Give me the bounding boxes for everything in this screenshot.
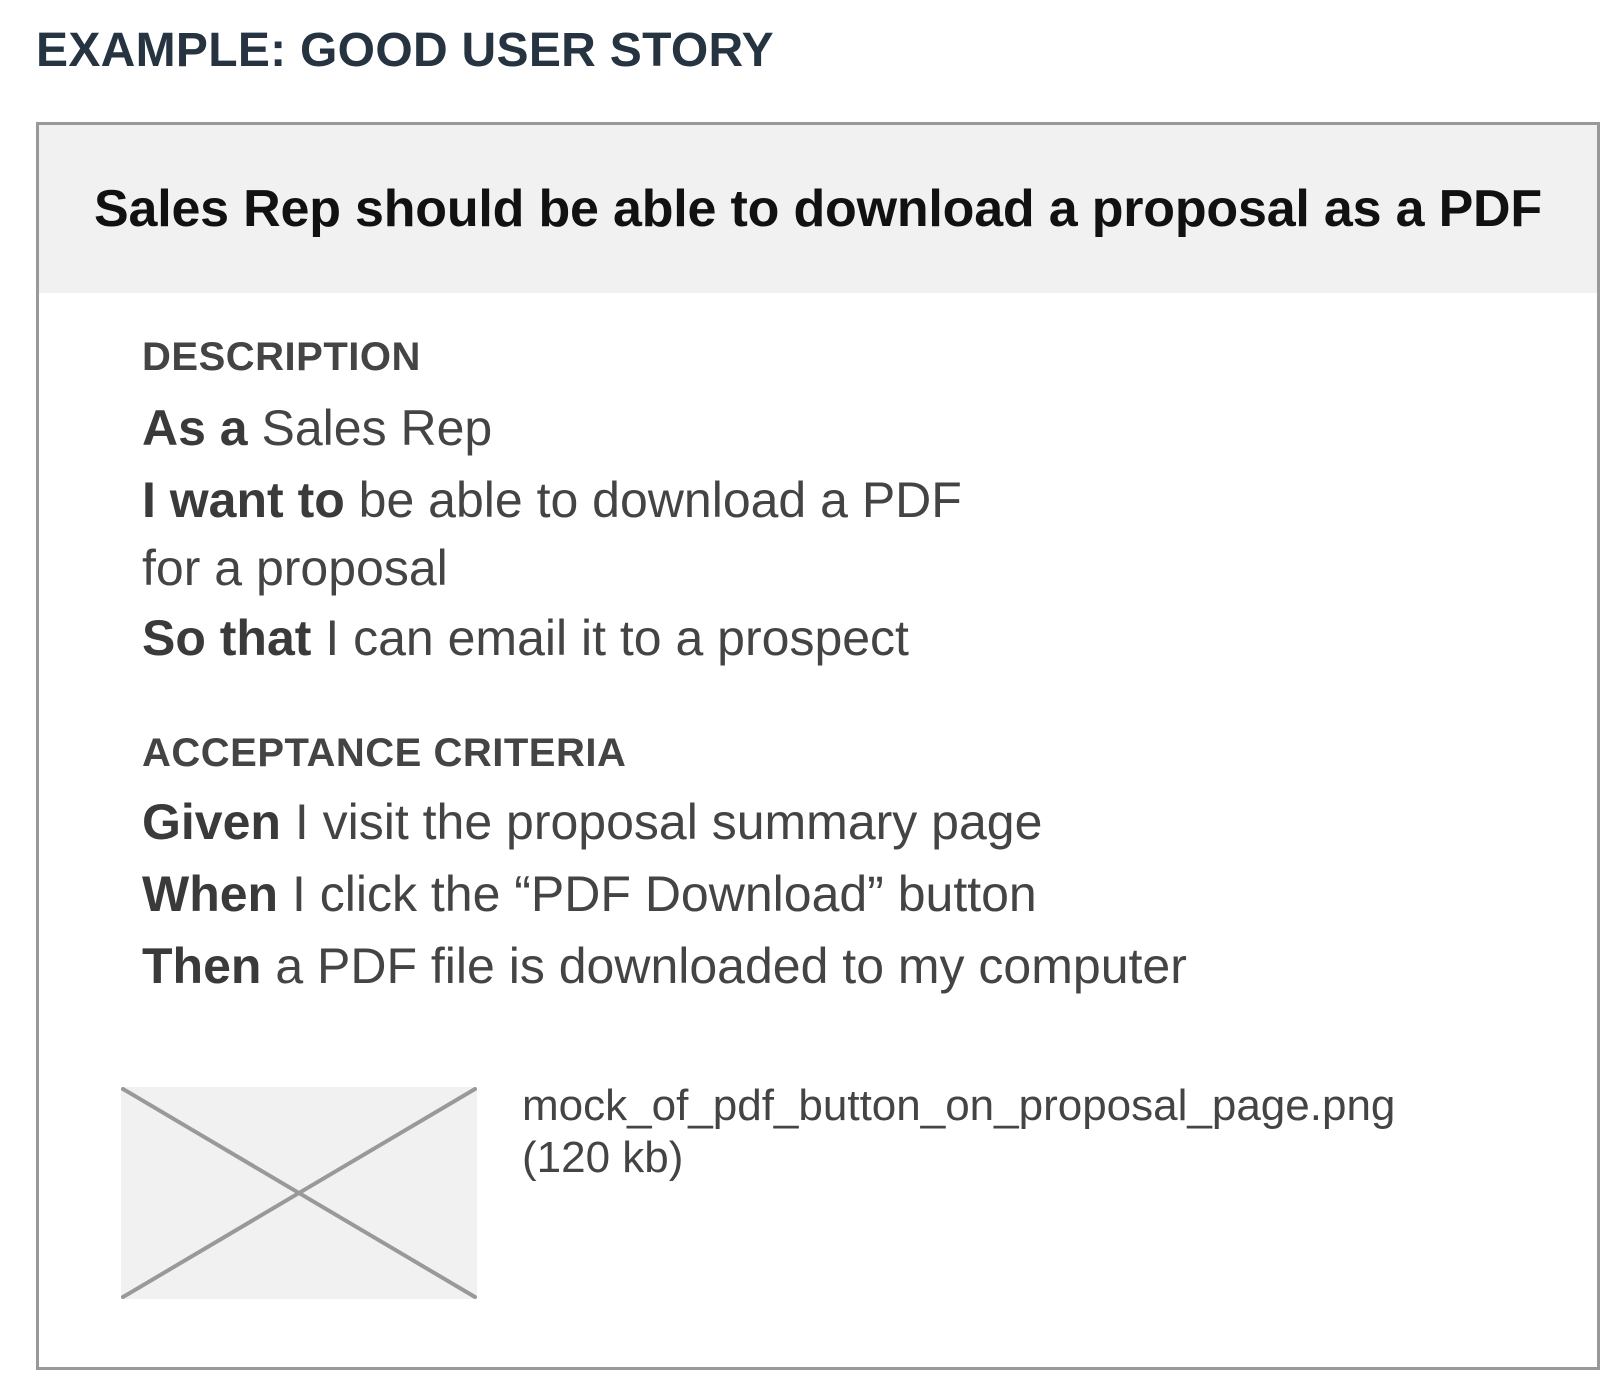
criteria-then: Then a PDF file is downloaded to my comp…: [142, 931, 1187, 1001]
image-placeholder-icon: [121, 1087, 477, 1299]
acceptance-criteria-label: ACCEPTANCE CRITERIA: [142, 731, 627, 775]
user-story-header: Sales Rep should be able to download a p…: [39, 125, 1597, 293]
given-keyword: Given: [142, 794, 281, 850]
then-keyword: Then: [142, 938, 262, 994]
attachment-filename[interactable]: mock_of_pdf_button_on_proposal_page.png: [522, 1079, 1395, 1133]
as-a-keyword: As a: [142, 400, 248, 456]
i-want-to-keyword: I want to: [142, 472, 345, 528]
attachment-thumbnail[interactable]: [121, 1087, 477, 1299]
criteria-given: Given I visit the proposal summary page: [142, 787, 1042, 857]
attachment-size: (120 kb): [522, 1133, 684, 1182]
description-so-that: So that I can email it to a prospect: [142, 603, 909, 673]
then-text: a PDF file is downloaded to my computer: [261, 938, 1187, 994]
i-want-to-text: be able to download a PDF: [344, 472, 962, 528]
description-i-want-to: I want to be able to download a PDF: [142, 465, 962, 535]
when-text: I click the “PDF Download” button: [278, 866, 1037, 922]
description-label: DESCRIPTION: [142, 335, 421, 379]
as-a-text: Sales Rep: [247, 400, 493, 456]
so-that-keyword: So that: [142, 610, 312, 666]
description-i-want-to-continued: for a proposal: [142, 533, 448, 603]
given-text: I visit the proposal summary page: [280, 794, 1043, 850]
user-story-card: Sales Rep should be able to download a p…: [36, 122, 1600, 1370]
description-as-a: As a Sales Rep: [142, 393, 492, 463]
criteria-when: When I click the “PDF Download” button: [142, 859, 1037, 929]
i-want-to-text-continued: for a proposal: [142, 540, 448, 596]
when-keyword: When: [142, 866, 279, 922]
so-that-text: I can email it to a prospect: [311, 610, 909, 666]
page-heading: EXAMPLE: GOOD USER STORY: [36, 24, 774, 77]
user-story-title: Sales Rep should be able to download a p…: [94, 180, 1542, 238]
